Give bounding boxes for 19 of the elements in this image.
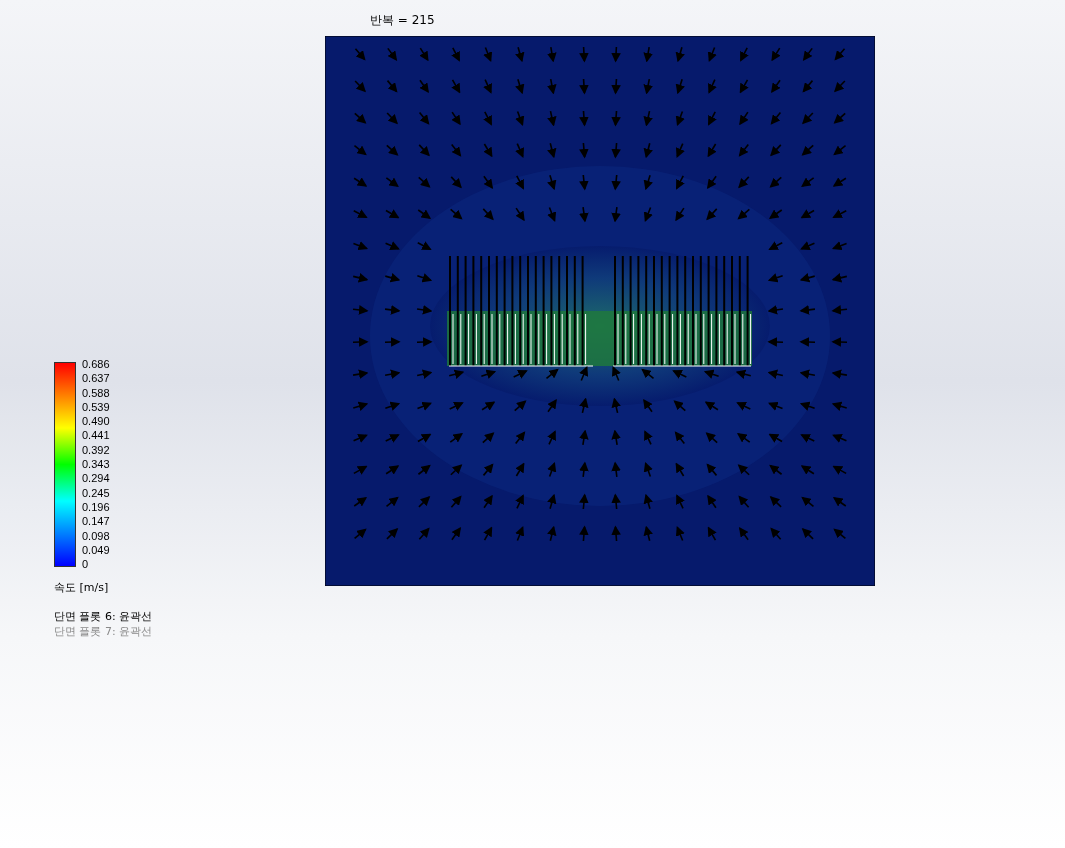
- scale-tick-label: 0.637: [82, 371, 110, 386]
- scale-tick-label: 0.245: [82, 485, 110, 500]
- scale-tick-label: 0.441: [82, 428, 110, 443]
- iteration-label: 반복 = 215: [370, 12, 435, 29]
- scale-tick-label: 0.147: [82, 514, 110, 529]
- scale-tick-label: 0.392: [82, 442, 110, 458]
- scale-tick-label: 0.539: [82, 399, 110, 415]
- scale-tick-label: 0.098: [82, 528, 110, 543]
- scale-tick-label: 0.343: [82, 457, 110, 472]
- scale-tick-label: 0.049: [82, 542, 110, 558]
- scale-tick-label: 0: [82, 557, 90, 572]
- scale-tick-label: 0.294: [82, 471, 110, 486]
- plot-name: 단면 플롯 7: 윤곽선: [54, 624, 153, 639]
- scale-tick-label: 0.686: [82, 357, 110, 372]
- scale-tick-label: 0.588: [82, 385, 110, 400]
- scale-tick-label: 0.490: [82, 414, 110, 429]
- plot-name: 단면 플롯 6: 윤곽선: [54, 609, 153, 624]
- scale-tick-label: 0.196: [82, 499, 110, 515]
- unit-label: 속도 [m/s]: [54, 580, 109, 595]
